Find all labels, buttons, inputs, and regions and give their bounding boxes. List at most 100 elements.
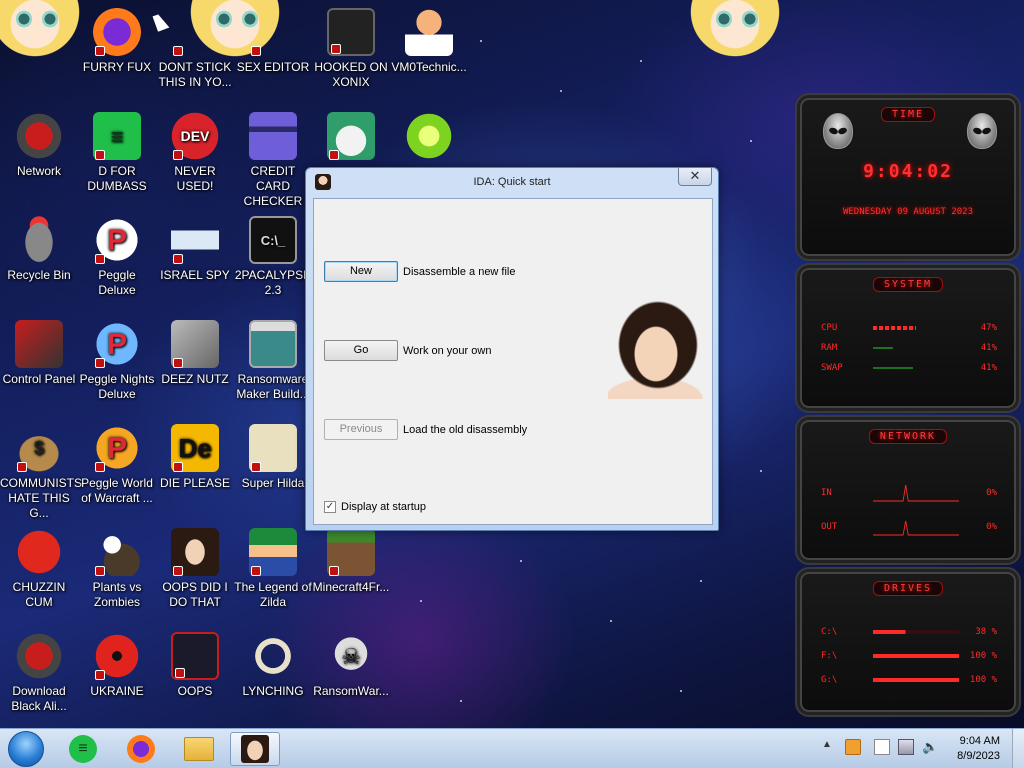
time-gadget[interactable]: TIME 9:04:02 WEDNESDAY 09 AUGUST 2023 <box>795 93 1021 261</box>
new-description: Disassemble a new file <box>403 266 516 278</box>
display-at-startup-label: Display at startup <box>341 501 426 513</box>
display-at-startup-checkbox[interactable]: ✓ Display at startup <box>324 501 426 513</box>
desktop-icon-dont-stick[interactable]: DONT STICK THIS IN YO... <box>156 8 234 90</box>
time-date: WEDNESDAY 09 AUGUST 2023 <box>842 207 974 217</box>
desktop-icon-israel-spy[interactable]: ISRAEL SPY <box>156 216 234 283</box>
volume-icon[interactable]: 🔈 <box>922 739 938 759</box>
skull-icon: ☠ <box>327 632 375 680</box>
desktop-icon-credit-card-checker[interactable]: CREDIT CARD CHECKER <box>234 112 312 209</box>
previous-description: Load the old disassembly <box>403 424 528 436</box>
ram-row: RAM 41% <box>821 343 997 353</box>
desktop-icon-lynching[interactable]: LYNCHING <box>234 632 312 699</box>
swap-row: SWAP 41% <box>821 363 997 373</box>
tray-app-icon[interactable] <box>845 739 861 755</box>
lime-icon <box>405 112 453 160</box>
system-gadget[interactable]: SYSTEM CPU 47% RAM 41% SWAP 41% <box>795 263 1021 413</box>
drive-c-row: C:\ 38 % <box>821 627 997 637</box>
checkbox-check-icon: ✓ <box>324 501 336 513</box>
dialog-title: IDA: Quick start <box>473 176 551 188</box>
ida-quick-start-dialog: IDA: Quick start ✕ New Disassemble a new… <box>305 167 719 531</box>
desktop-icon-sex-editor[interactable]: SEX EDITOR <box>234 8 312 75</box>
pvz-icon <box>93 528 141 576</box>
go-button[interactable]: Go <box>324 340 398 361</box>
grass-block-icon <box>327 528 375 576</box>
ida-portrait-image <box>608 299 704 399</box>
desktop-icon-d-for-dumbass[interactable]: ≡ D FOR DUMBASS <box>78 112 156 194</box>
show-desktop-button[interactable] <box>1012 729 1024 768</box>
control-panel-icon <box>15 320 63 368</box>
time-gadget-title: TIME <box>880 107 936 122</box>
recycle-bin-icon <box>15 216 63 264</box>
desktop-icon-super-hilda[interactable]: Super Hilda <box>234 424 312 491</box>
pixel-dog-icon <box>249 424 297 472</box>
drive-g-bar <box>873 678 959 682</box>
desktop-icon-communists[interactable]: $ COMMUNISTS HATE THIS G... <box>0 424 82 521</box>
desktop-icon-peggle-deluxe[interactable]: P Peggle Deluxe <box>78 216 156 298</box>
desktop-icon-furry-fux[interactable]: FURRY FUX <box>78 8 156 75</box>
action-center-icon[interactable] <box>874 739 890 755</box>
desktop-icon-legend-of-zilda[interactable]: The Legend of Zilda <box>234 528 312 610</box>
desktop-icon-oops-did-i[interactable]: OOPS DID I DO THAT <box>156 528 234 610</box>
stacked-windows-icon <box>171 320 219 368</box>
credit-card-icon <box>249 112 297 160</box>
desktop-icon-hooked-on-xonix[interactable]: HOOKED ON XONIX <box>312 8 390 90</box>
desktop-icon-download-black-ali[interactable]: Download Black Ali... <box>0 632 78 714</box>
taskbar: ≡ ▲ 🔈 9:04 AM 8/9/2023 <box>0 728 1024 768</box>
network-gadget[interactable]: NETWORK IN 0% OUT 0% <box>795 415 1021 565</box>
ram-graph <box>873 346 893 350</box>
desktop-icon-lime[interactable] <box>390 112 468 164</box>
santa-icon <box>327 112 375 160</box>
go-description: Work on your own <box>403 345 492 357</box>
desktop-icon-peggle-nights[interactable]: P Peggle Nights Deluxe <box>78 320 156 402</box>
green-app-icon: ≡ <box>93 112 141 160</box>
net-in-graph <box>873 484 959 502</box>
drives-gadget[interactable]: DRIVES C:\ 38 % F:\ 100 % G:\ 100 % <box>795 567 1021 717</box>
dialog-titlebar[interactable]: IDA: Quick start ✕ <box>306 168 718 196</box>
desktop-icon-chuzzin-cum[interactable]: CHUZZIN CUM <box>0 528 78 610</box>
net-out-graph <box>873 520 959 536</box>
terminal-icon: C:\_ <box>249 216 297 264</box>
taskbar-green-app[interactable]: ≡ <box>58 732 108 766</box>
alien-head-icon <box>823 113 853 149</box>
cpu-row: CPU 47% <box>821 323 997 333</box>
desktop-icon-santa[interactable] <box>312 112 390 164</box>
taskbar-date: 8/9/2023 <box>957 750 1000 762</box>
radiation-icon <box>93 632 141 680</box>
editor-icon <box>249 8 297 56</box>
folder-icon <box>184 737 214 761</box>
cpu-bar <box>873 326 916 330</box>
network-icon[interactable] <box>898 739 914 755</box>
pixel-character-icon <box>249 528 297 576</box>
desktop-icon-ransomware-maker[interactable]: Ransomware Maker Build... <box>234 320 312 402</box>
start-button[interactable] <box>8 731 44 767</box>
peggle-wow-icon: P <box>93 424 141 472</box>
anime-girl-decoration <box>0 0 90 60</box>
desktop-icon-control-panel[interactable]: Control Panel <box>0 320 78 387</box>
desktop-icon-never-used[interactable]: DEV NEVER USED! <box>156 112 234 194</box>
new-button[interactable]: New <box>324 261 398 282</box>
tray-expand-icon[interactable]: ▲ <box>822 739 832 759</box>
peggle-nights-icon: P <box>93 320 141 368</box>
noose-icon <box>249 632 297 680</box>
desktop-icon-network[interactable]: Network <box>0 112 78 179</box>
desktop-icon-minecraft[interactable]: Minecraft4Fr... <box>312 528 390 595</box>
taskbar-firefox[interactable] <box>116 732 166 766</box>
previous-button: Previous <box>324 419 398 440</box>
taskbar-ida[interactable] <box>230 732 280 766</box>
desktop-icon-deez-nutz[interactable]: DEEZ NUTZ <box>156 320 234 387</box>
taskbar-explorer[interactable] <box>174 732 224 766</box>
desktop-icon-recycle-bin[interactable]: Recycle Bin <box>0 216 78 283</box>
desktop-icon-peggle-wow[interactable]: P Peggle World of Warcraft ... <box>78 424 156 506</box>
desktop-icon-oops[interactable]: OOPS <box>156 632 234 699</box>
window-app-icon <box>249 320 297 368</box>
desktop-icon-2pacalypse[interactable]: C:\_ 2PACALYPSE 2.3 <box>234 216 312 298</box>
desktop-icon-ransomwar[interactable]: ☠ RansomWar... <box>312 632 390 699</box>
taskbar-clock[interactable]: 9:04 AM 8/9/2023 <box>957 734 1000 764</box>
desktop-icon-vm0technic[interactable]: VM0Technic... <box>390 8 468 75</box>
network-gadget-title: NETWORK <box>868 429 948 444</box>
alien-head-icon <box>967 113 997 149</box>
desktop-icon-ukraine[interactable]: UKRAINE <box>78 632 156 699</box>
desktop-icon-die-please[interactable]: De DIE PLEASE <box>156 424 234 491</box>
close-button[interactable]: ✕ <box>678 168 712 186</box>
desktop-icon-plants-vs-zombies[interactable]: Plants vs Zombies <box>78 528 156 610</box>
